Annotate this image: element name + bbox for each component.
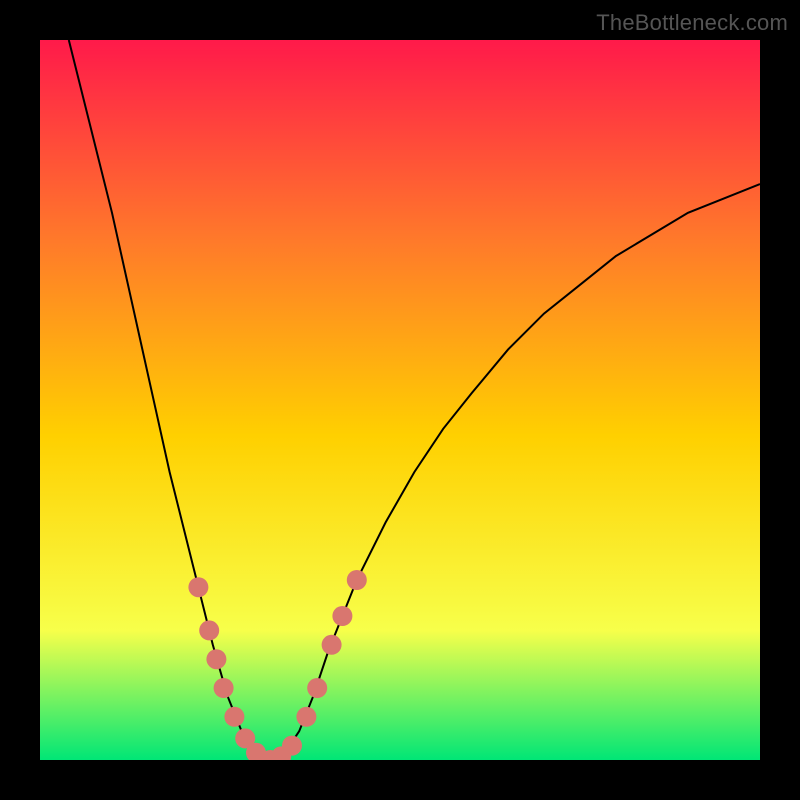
plot-background bbox=[40, 40, 760, 760]
data-marker bbox=[188, 577, 208, 597]
data-marker bbox=[307, 678, 327, 698]
chart-svg bbox=[40, 40, 760, 760]
data-marker bbox=[347, 570, 367, 590]
data-marker bbox=[214, 678, 234, 698]
data-marker bbox=[332, 606, 352, 626]
watermark-label: TheBottleneck.com bbox=[596, 10, 788, 36]
data-marker bbox=[199, 620, 219, 640]
data-marker bbox=[224, 707, 244, 727]
data-marker bbox=[296, 707, 316, 727]
data-marker bbox=[322, 635, 342, 655]
chart-container: TheBottleneck.com bbox=[0, 0, 800, 800]
data-marker bbox=[206, 649, 226, 669]
data-marker bbox=[282, 736, 302, 756]
plot-area bbox=[40, 40, 760, 760]
